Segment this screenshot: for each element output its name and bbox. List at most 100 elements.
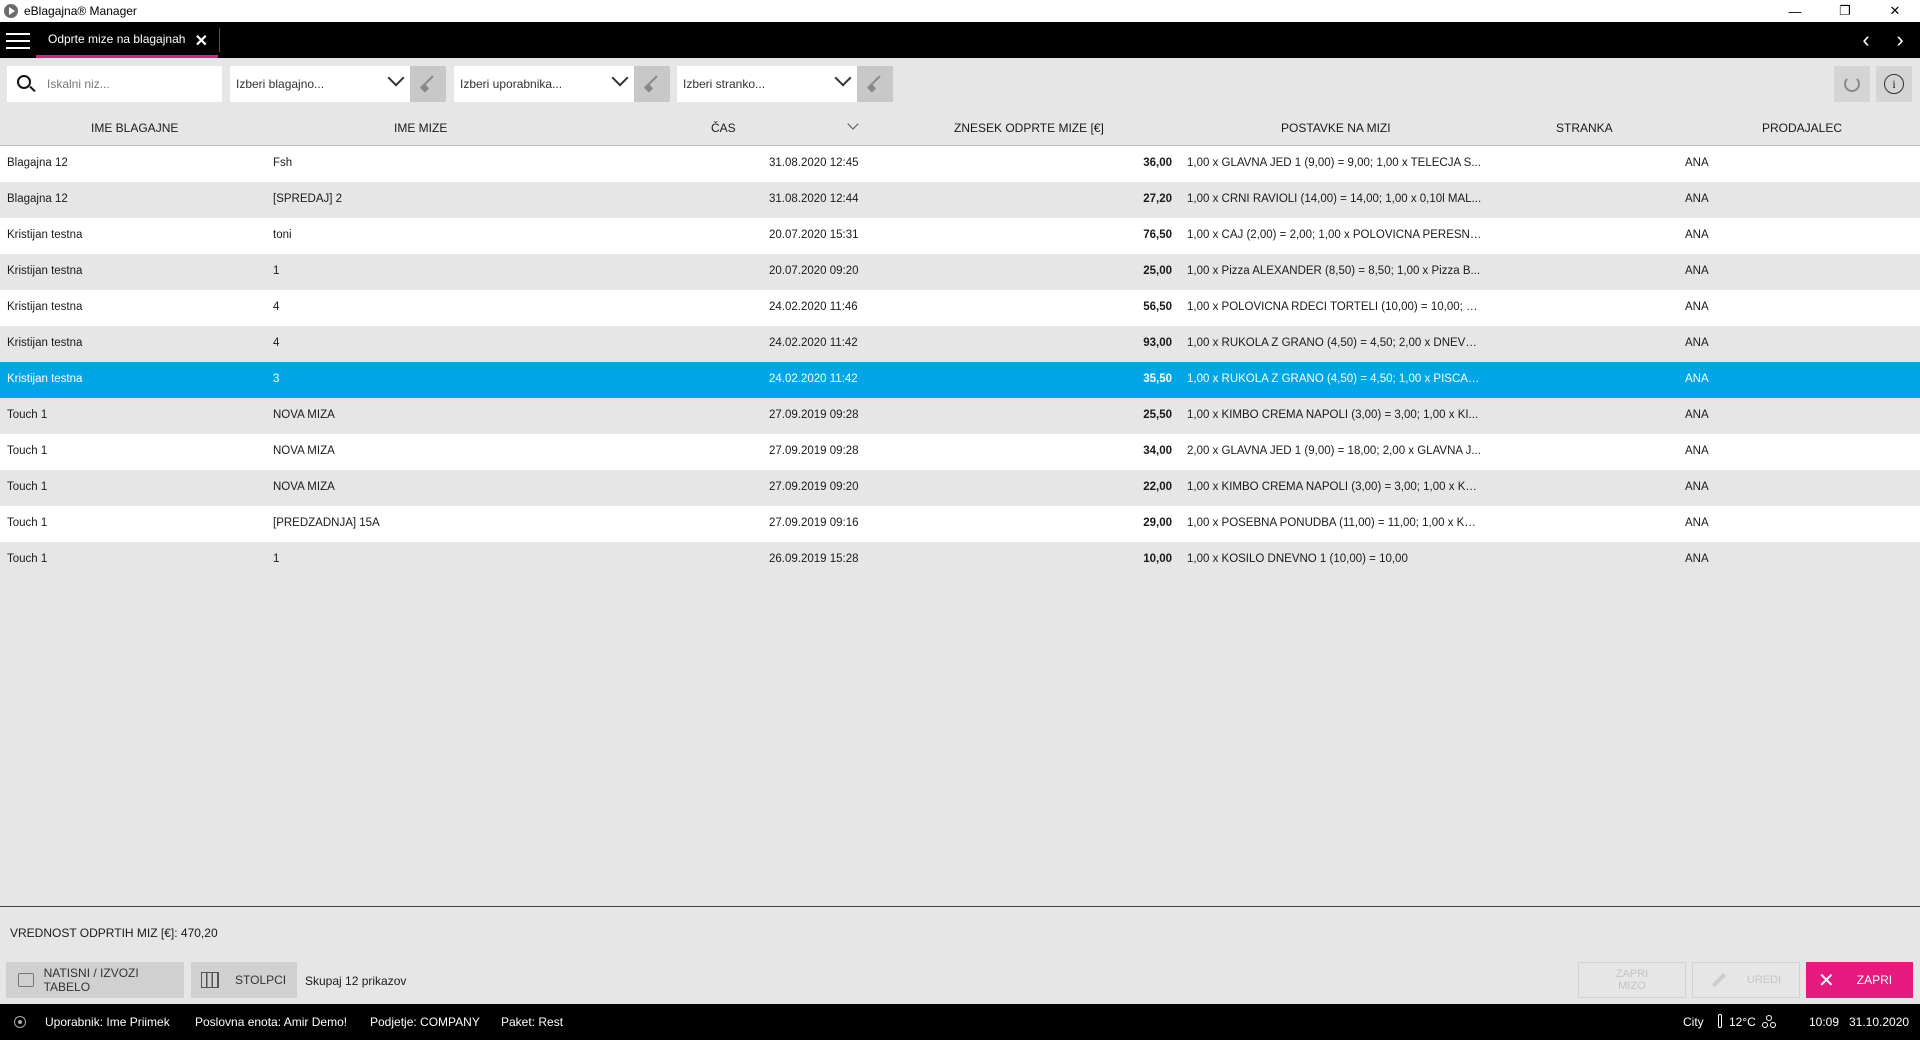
header-items[interactable]: POSTAVKE NA MIZI xyxy=(1281,121,1391,135)
search-box xyxy=(7,66,222,102)
register-dropdown[interactable]: Izberi blagajno... xyxy=(230,66,410,102)
edit-button[interactable]: UREDI xyxy=(1692,962,1800,998)
restore-button[interactable]: ❐ xyxy=(1820,0,1870,22)
nav-next-icon[interactable]: › xyxy=(1888,27,1912,52)
table-row[interactable]: Touch 1 [PREDZADNJA] 15A 27.09.2019 09:16 2… xyxy=(0,506,1920,542)
minimize-button[interactable]: — xyxy=(1770,0,1820,22)
cell-register-name: Touch 1 xyxy=(7,409,48,421)
status-company: Podjetje: COMPANY xyxy=(370,1015,480,1029)
info-icon: i xyxy=(1884,74,1904,94)
cell-table-name: NOVA MIZA xyxy=(273,481,335,493)
cell-table-name: NOVA MIZA xyxy=(273,409,335,421)
columns-icon xyxy=(201,972,219,988)
cell-register-name: Kristijan testna xyxy=(7,373,83,385)
cell-table-name: 1 xyxy=(273,553,280,565)
cell-register-name: Kristijan testna xyxy=(7,265,83,277)
info-button[interactable]: i xyxy=(1876,66,1912,102)
window-title-bar: eBlagajna® Manager — ❐ ✕ xyxy=(0,0,1920,22)
table-body: Blagajna 12 Fsh 31.08.2020 12:45 36,00 1,00 … xyxy=(0,146,1920,578)
cell-items: 1,00 x RUKOLA Z GRANO (4,50) = 4,50; 1,0… xyxy=(1187,373,1482,385)
header-table-name[interactable]: IME MIZE xyxy=(394,121,447,135)
cell-items: 1,00 x Pizza ALEXANDER (8,50) = 8,50; 1,… xyxy=(1187,265,1481,277)
cell-register-name: Blagajna 12 xyxy=(7,193,68,205)
cell-seller: ANA xyxy=(1685,265,1709,277)
window-controls: — ❐ ✕ xyxy=(1770,0,1920,22)
cell-time: 27.09.2019 09:20 xyxy=(769,481,859,493)
cell-items: 1,00 x ČAJ (2,00) = 2,00; 1,00 x POLOVIČ… xyxy=(1187,229,1482,241)
cell-seller: ANA xyxy=(1685,553,1709,565)
close-window-button[interactable]: ✕ xyxy=(1870,0,1920,22)
table-row[interactable]: Kristijan testna 3 24.02.2020 11:42 35,50 1,… xyxy=(0,362,1920,398)
clear-user-button[interactable] xyxy=(634,66,670,102)
close-table-button[interactable]: ZAPRI MIZO xyxy=(1578,962,1686,998)
header-amount[interactable]: ZNESEK ODPRTE MIZE [€] xyxy=(954,121,1104,135)
menu-icon[interactable] xyxy=(6,33,30,49)
register-dropdown-label: Izberi blagajno... xyxy=(236,77,325,91)
status-business-unit: Poslovna enota: Amir Demo! xyxy=(195,1015,348,1029)
table-row[interactable]: Touch 1 NOVA MIZA 27.09.2019 09:28 25,50 1,0… xyxy=(0,398,1920,434)
status-time: 10:09 xyxy=(1809,1015,1840,1029)
user-dropdown[interactable]: Izberi uporabnika... xyxy=(454,66,634,102)
sort-descending-icon[interactable] xyxy=(847,118,859,130)
cell-items: 1,00 x POSEBNA PONUDBA (11,00) = 11,00; … xyxy=(1187,517,1482,529)
table-row[interactable]: Touch 1 1 26.09.2019 15:28 10,00 1,00 x KOSI… xyxy=(0,542,1920,578)
cell-table-name: [PREDZADNJA] 15A xyxy=(273,517,380,529)
status-date: 31.10.2020 xyxy=(1849,1015,1910,1029)
search-input[interactable] xyxy=(47,66,217,102)
tab-label: Odprte mize na blagajnah xyxy=(48,31,186,46)
nav-prev-icon[interactable]: ‹ xyxy=(1854,27,1878,52)
table-row[interactable]: Touch 1 NOVA MIZA 27.09.2019 09:28 34,00 2,0… xyxy=(0,434,1920,470)
cell-table-name: toni xyxy=(273,229,292,241)
close-icon: ✕ xyxy=(1818,969,1835,992)
table-row[interactable]: Kristijan testna 4 24.02.2020 11:46 56,50 1,… xyxy=(0,290,1920,326)
pencil-icon xyxy=(1711,972,1726,988)
open-tables-table: IME BLAGAJNE IME MIZE ČAS ZNESEK ODPRTE … xyxy=(0,110,1920,578)
table-row[interactable]: Kristijan testna 1 20.07.2020 09:20 25,00 1,… xyxy=(0,254,1920,290)
header-register-name[interactable]: IME BLAGAJNE xyxy=(91,121,178,135)
clear-register-button[interactable] xyxy=(410,66,446,102)
cell-table-name: 3 xyxy=(273,373,280,385)
header-customer[interactable]: STRANKA xyxy=(1556,121,1613,135)
summary-divider xyxy=(0,906,1920,907)
table-row[interactable]: Blagajna 12 Fsh 31.08.2020 12:45 36,00 1,00 … xyxy=(0,146,1920,182)
table-header: IME BLAGAJNE IME MIZE ČAS ZNESEK ODPRTE … xyxy=(0,110,1920,146)
cell-register-name: Touch 1 xyxy=(7,481,48,493)
summary-total: VREDNOST ODPRTIH MIZ [€]: 470,20 xyxy=(10,926,218,940)
cell-amount: 25,00 xyxy=(1143,265,1172,277)
cell-amount: 10,00 xyxy=(1143,553,1172,565)
clear-customer-button[interactable] xyxy=(857,66,893,102)
cell-items: 1,00 x POLOVIČNA RDEČI TORTELI (10,00) =… xyxy=(1187,301,1482,313)
status-city: City xyxy=(1683,1015,1704,1029)
table-row[interactable]: Kristijan testna 4 24.02.2020 11:42 93,00 1,… xyxy=(0,326,1920,362)
cell-time: 20.07.2020 09:20 xyxy=(769,265,859,277)
columns-button[interactable]: STOLPCI xyxy=(191,962,297,998)
cell-table-name: 4 xyxy=(273,301,280,313)
cell-register-name: Blagajna 12 xyxy=(7,157,68,169)
chevron-down-icon xyxy=(387,69,405,87)
tab-open-tables[interactable]: Odprte mize na blagajnah ✕ xyxy=(36,22,218,58)
cell-time: 20.07.2020 15:31 xyxy=(769,229,859,241)
cell-seller: ANA xyxy=(1685,409,1709,421)
cell-seller: ANA xyxy=(1685,301,1709,313)
cell-amount: 22,00 xyxy=(1143,481,1172,493)
table-row[interactable]: Touch 1 NOVA MIZA 27.09.2019 09:20 22,00 1,0… xyxy=(0,470,1920,506)
cell-register-name: Kristijan testna xyxy=(7,229,83,241)
tab-close-icon[interactable]: ✕ xyxy=(195,31,208,51)
table-row[interactable]: Blagajna 12 [SPREDAJ] 2 31.08.2020 12:44 27… xyxy=(0,182,1920,218)
cell-seller: ANA xyxy=(1685,445,1709,457)
edit-label: UREDI xyxy=(1746,974,1782,986)
table-row[interactable]: Kristijan testna toni 20.07.2020 15:31 76,5… xyxy=(0,218,1920,254)
printer-icon xyxy=(18,973,34,987)
customer-dropdown[interactable]: Izberi stranko... xyxy=(677,66,857,102)
print-export-button[interactable]: NATISNI / IZVOZI TABELO xyxy=(6,962,184,998)
refresh-button[interactable] xyxy=(1834,66,1870,102)
cell-seller: ANA xyxy=(1685,337,1709,349)
close-button[interactable]: ✕ ZAPRI xyxy=(1806,962,1913,998)
cell-time: 26.09.2019 15:28 xyxy=(769,553,859,565)
header-time[interactable]: ČAS xyxy=(711,121,736,135)
cell-register-name: Kristijan testna xyxy=(7,337,83,349)
cell-amount: 76,50 xyxy=(1143,229,1172,241)
header-seller[interactable]: PRODAJALEC xyxy=(1762,121,1842,135)
cell-amount: 27,20 xyxy=(1143,193,1172,205)
status-icon xyxy=(14,1016,26,1028)
